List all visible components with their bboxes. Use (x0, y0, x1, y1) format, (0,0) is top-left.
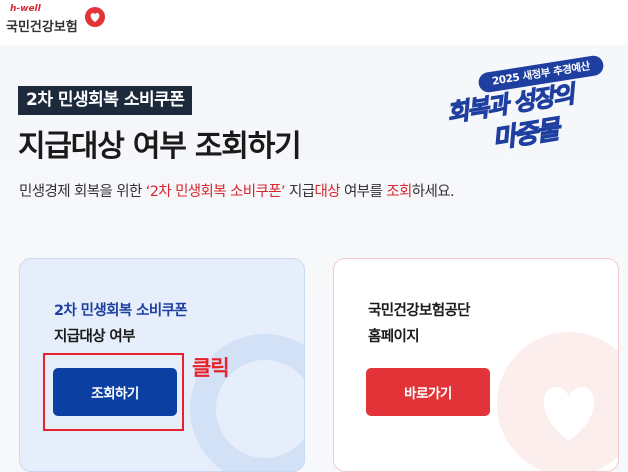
page-description: 민생경제 회복을 위한 ‘2차 민생회복 소비쿠폰’ 지급대상 여부를 조회하세… (19, 180, 455, 201)
click-highlight-box (43, 353, 184, 431)
desc-part7: 하세요. (411, 184, 455, 200)
desc-part1: 민생경제 회복을 위한 (19, 184, 146, 200)
homepage-card: 국민건강보험공단 홈페이지 바로가기 (333, 258, 619, 472)
click-annotation-label: 클릭 (192, 356, 230, 380)
desc-part5: 여부를 (340, 184, 387, 200)
desc-part6: 조회 (386, 184, 412, 200)
homepage-card-subtitle: 홈페이지 (368, 329, 420, 345)
heart-decoration-icon (497, 332, 618, 471)
desc-part2: ‘2차 민생회복 소비쿠폰’ (145, 184, 286, 200)
page-title: 지급대상 여부 조회하기 (18, 129, 302, 164)
logo-text: 국민건강보험 (6, 20, 78, 35)
heart-icon (85, 7, 105, 27)
homepage-card-title: 국민건강보험공단 (368, 303, 471, 319)
hero-badge: 2차 민생회복 소비쿠폰 (18, 86, 193, 115)
slogan-graphic: 2025 새정부 추경예산 회복과 성장의 마중물 (440, 54, 620, 162)
eligibility-card-subtitle: 지급대상 여부 (54, 329, 135, 345)
nhis-logo[interactable]: h-well 국민건강보험 (4, 4, 114, 40)
logo-subtext: h-well (10, 4, 41, 14)
ring-decoration-icon (190, 334, 304, 471)
go-homepage-button[interactable]: 바로가기 (366, 368, 490, 416)
eligibility-card-title: 2차 민생회복 소비쿠폰 (54, 303, 188, 319)
desc-part4: 대상 (314, 184, 341, 200)
desc-part3: 지급 (285, 184, 315, 200)
